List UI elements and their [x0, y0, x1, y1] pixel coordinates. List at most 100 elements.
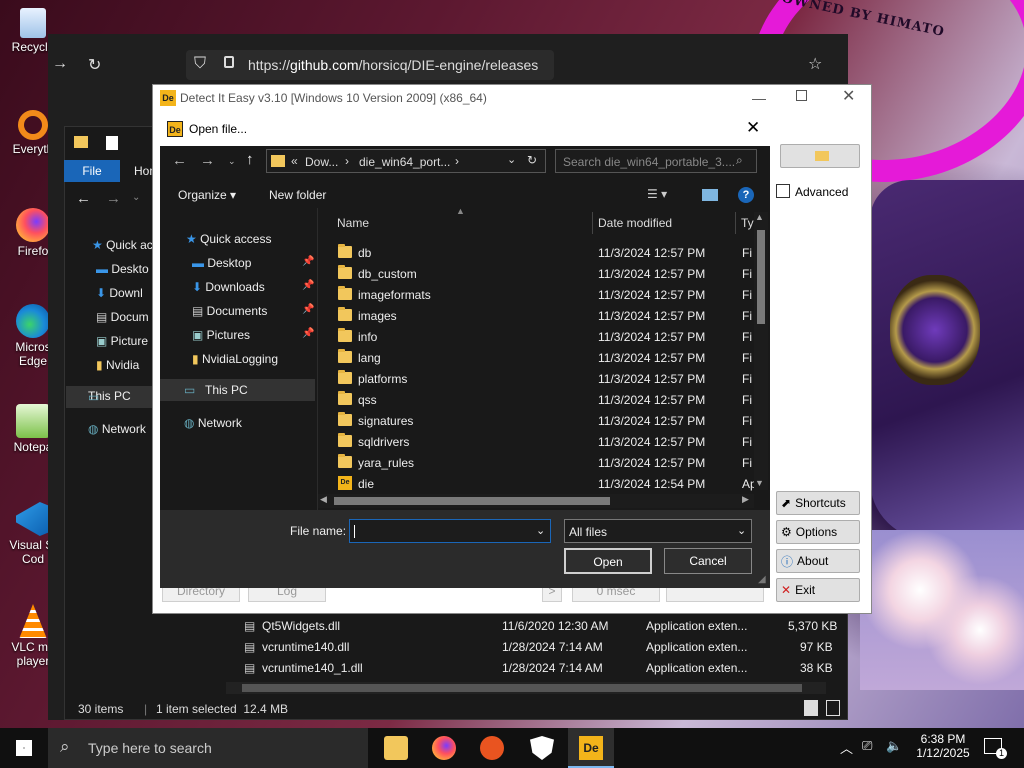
column-header-name[interactable]: Name [337, 216, 369, 230]
new-folder-button[interactable]: New folder [269, 188, 326, 202]
ubuntu-taskbar-icon[interactable] [480, 736, 504, 760]
open-button[interactable]: Open [564, 548, 652, 574]
windows-start-icon[interactable] [16, 740, 32, 756]
advanced-checkbox[interactable] [776, 184, 790, 198]
view-options-icon[interactable]: ☰ ▾ [647, 187, 667, 201]
list-item[interactable]: platforms 11/3/2024 12:57 PM Fi [334, 368, 754, 389]
shortcuts-button[interactable]: ⬈ Shortcuts [776, 491, 860, 515]
back-arrow-icon[interactable]: ← [172, 152, 187, 169]
nav-item-pictures[interactable]: ▣ Pictures [192, 328, 250, 342]
dialog-search-input[interactable]: Search die_win64_portable_3.... ⌕ [555, 149, 757, 173]
list-item[interactable]: qss 11/3/2024 12:57 PM Fi [334, 389, 754, 410]
explorer-side-desktop[interactable]: ▬ Deskto [96, 262, 149, 276]
table-row[interactable]: ▤ vcruntime140.dll 1/28/2024 7:14 AM App… [240, 637, 840, 658]
scroll-up-icon[interactable]: ▲ [755, 212, 764, 222]
clock[interactable]: 6:38 PM 1/12/2025 [916, 732, 970, 760]
forward-arrow-icon[interactable]: → [200, 152, 215, 169]
exit-button[interactable]: ✕ Exit [776, 578, 860, 602]
list-item[interactable]: sqldrivers 11/3/2024 12:57 PM Fi [334, 431, 754, 452]
firefox-taskbar-icon[interactable] [432, 736, 456, 760]
list-item[interactable]: signatures 11/3/2024 12:57 PM Fi [334, 410, 754, 431]
network-icon[interactable]: ⎚ [862, 738, 872, 754]
column-header-date[interactable]: Date modified [598, 216, 672, 230]
scrollbar-thumb[interactable] [334, 497, 610, 505]
file-list-vscrollbar[interactable]: ▲ ▼ [754, 212, 768, 490]
recent-chevron-icon[interactable]: ⌄ [228, 156, 236, 167]
scroll-left-icon[interactable]: ◀ [320, 494, 327, 505]
volume-icon[interactable]: 🔈 [886, 738, 902, 754]
organize-button[interactable]: Organize ▾ [178, 188, 236, 202]
die-taskbar-button[interactable]: De [568, 728, 614, 768]
scroll-right-icon[interactable]: ▶ [742, 494, 749, 505]
minimize-icon[interactable]: — [752, 90, 766, 106]
list-item[interactable]: images 11/3/2024 12:57 PM Fi [334, 305, 754, 326]
explorer-side-nvidia[interactable]: ▮ Nvidia [96, 358, 139, 372]
explorer-side-quick-access[interactable]: ★ Quick ac [92, 238, 153, 252]
nav-item-quick-access[interactable]: ★ Quick access [186, 232, 271, 246]
breadcrumb-downloads[interactable]: Dow... [305, 155, 338, 169]
explorer-side-downloads[interactable]: ⬇ Downl [96, 286, 143, 300]
nav-item-this-pc[interactable]: ▭ This PC [160, 379, 315, 401]
explorer-side-pictures[interactable]: ▣ Picture [96, 334, 148, 348]
scrollbar-thumb[interactable] [757, 230, 765, 324]
forward-icon[interactable]: → [52, 55, 68, 73]
nav-item-nvidialogging[interactable]: ▮ NvidiaLogging [192, 352, 278, 366]
chevron-down-icon[interactable]: ⌄ [536, 524, 545, 537]
file-type-select[interactable]: All files ⌄ [564, 519, 752, 543]
explorer-side-this-pc[interactable]: This PC [66, 386, 156, 408]
notification-icon[interactable]: 1 [984, 738, 1007, 759]
refresh-icon[interactable]: ↻ [527, 153, 537, 167]
open-folder-button[interactable] [780, 144, 860, 168]
maximize-icon[interactable] [796, 90, 807, 101]
shield-icon[interactable]: ⛉ [194, 55, 206, 73]
options-button[interactable]: ⚙ Options [776, 520, 860, 544]
close-icon[interactable]: ✕ [842, 86, 855, 106]
list-item[interactable]: yara_rules 11/3/2024 12:57 PM Fi [334, 452, 754, 473]
explorer-hscrollbar[interactable] [226, 682, 826, 694]
list-item[interactable]: De die 11/3/2024 12:54 PM Ap [334, 473, 757, 494]
list-item[interactable]: db 11/3/2024 12:57 PM Fi [334, 242, 754, 263]
taskbar-search[interactable]: ⌕ Type here to search [48, 728, 368, 768]
column-header-type[interactable]: Ty [741, 216, 754, 230]
reload-icon[interactable]: ↻ [88, 55, 101, 75]
up-arrow-icon[interactable]: ↑ [246, 151, 254, 168]
cancel-button[interactable]: Cancel [664, 548, 752, 574]
help-icon[interactable]: ? [738, 187, 754, 203]
explorer-side-network[interactable]: ◍ Network [88, 422, 146, 436]
bookmark-star-icon[interactable]: ☆ [808, 54, 822, 74]
details-view-icon[interactable] [804, 700, 818, 716]
nav-item-documents[interactable]: ▤ Documents [192, 304, 267, 318]
dialog-close-icon[interactable]: ✕ [746, 118, 760, 138]
table-row[interactable]: ▤ vcruntime140_1.dll 1/28/2024 7:14 AM A… [240, 658, 840, 679]
chevron-up-icon[interactable]: ︿ [840, 738, 853, 757]
explorer-side-documents[interactable]: ▤ Docum [96, 310, 149, 324]
breadcrumb-die-folder[interactable]: die_win64_port... [359, 155, 450, 169]
explorer-tab-file[interactable]: File [64, 160, 120, 182]
nav-item-desktop[interactable]: ▬ Desktop [192, 256, 251, 270]
list-item[interactable]: imageformats 11/3/2024 12:57 PM Fi [334, 284, 754, 305]
list-item[interactable]: db_custom 11/3/2024 12:57 PM Fi [334, 263, 754, 284]
file-list-hscrollbar[interactable]: ◀ ▶ [318, 494, 754, 508]
forward-arrow-icon[interactable]: → [106, 190, 121, 207]
nav-item-downloads[interactable]: ⬇ Downloads [192, 280, 265, 294]
table-row[interactable]: ▤ Qt5Widgets.dll 11/6/2020 12:30 AM Appl… [240, 616, 840, 637]
thumbnail-view-icon[interactable] [826, 700, 840, 716]
properties-icon[interactable] [106, 136, 118, 150]
scroll-down-icon[interactable]: ▼ [755, 478, 764, 488]
file-name-input[interactable]: ⌄ [349, 519, 551, 543]
document-icon: ▤ [96, 310, 111, 324]
list-item[interactable]: info 11/3/2024 12:57 PM Fi [334, 326, 754, 347]
address-breadcrumb[interactable]: « Dow... › die_win64_port... › ⌄ ↻ [266, 149, 546, 173]
back-arrow-icon[interactable]: ← [76, 190, 91, 207]
resize-grip-icon[interactable]: ◢ [758, 574, 766, 585]
file-explorer-taskbar-icon[interactable] [384, 736, 408, 760]
list-item[interactable]: lang 11/3/2024 12:57 PM Fi [334, 347, 754, 368]
url-text[interactable]: https://github.com/horsicq/DIE-engine/re… [248, 57, 538, 73]
address-dropdown-icon[interactable]: ⌄ [507, 153, 516, 166]
preview-pane-icon[interactable] [702, 189, 718, 201]
nav-item-network[interactable]: ◍ Network [184, 416, 242, 430]
recent-chevron-icon[interactable]: ⌄ [132, 192, 140, 203]
file-date: 11/3/2024 12:57 PM [598, 351, 706, 365]
scrollbar-thumb[interactable] [242, 684, 802, 692]
about-button[interactable]: ⓘ About [776, 549, 860, 573]
